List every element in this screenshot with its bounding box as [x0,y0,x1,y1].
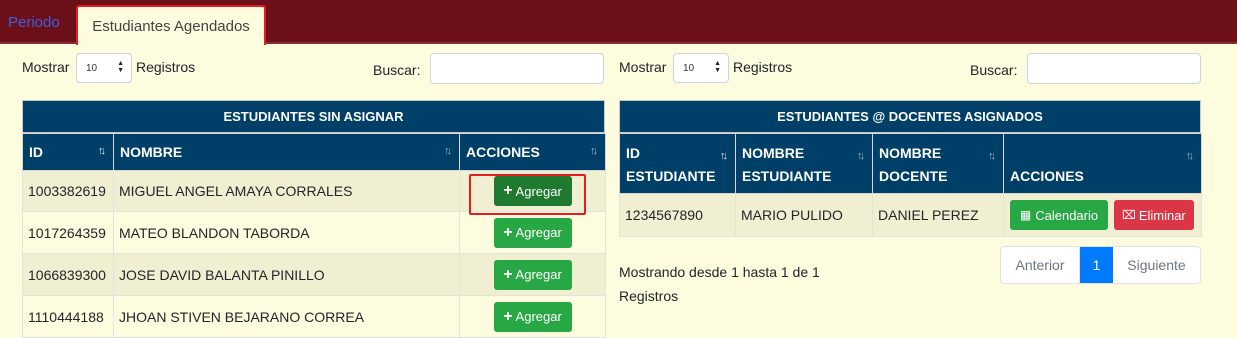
plus-icon: + [503,307,513,325]
sort-icon: ↑↓ [1186,150,1194,162]
add-button[interactable]: + Agregar [493,217,572,248]
select-arrows-icon: ▲ ▼ [117,60,124,74]
cell-nombre-docente: DANIEL PEREZ [872,193,1004,237]
sort-icon: ↑↓ [590,145,598,157]
cell-id: 1110444188 [22,295,114,338]
col-header-id-estudiante[interactable]: ID ESTUDIANTE ↑↓ [619,133,736,194]
table-row: 1066839300 JOSE DAVID BALANTA PINILLO + A… [22,253,606,296]
cell-id-estudiante: 1234567890 [619,193,736,237]
sort-icon: ↑↓ [444,145,452,157]
pagination-previous[interactable]: Anterior [1001,247,1080,283]
tab-estudiantes-agendados-label: Estudiantes Agendados [92,17,250,35]
left-table: ESTUDIANTES SIN ASIGNAR ID ↑↓ NOMBRE ↑↓ … [22,100,606,338]
table-row: 1017264359 MATEO BLANDON TABORDA + Agrega… [22,211,606,254]
left-search-input[interactable] [430,53,604,84]
table-info-line2: Registros [619,288,679,304]
add-button[interactable]: + Agregar [493,259,572,290]
tab-periodo[interactable]: Periodo [8,14,60,31]
plus-icon: + [503,223,513,241]
left-records-label: Registros [136,59,196,75]
col-header-id[interactable]: ID ↑↓ [22,133,114,171]
col-header-nombre-docente-label: NOMBRE DOCENTE [879,145,948,184]
sort-asc-icon: ↑↓ [720,150,728,162]
col-header-id-estudiante-label: ID ESTUDIANTE [626,145,716,184]
sort-icon: ↑↓ [988,150,996,162]
right-table: ESTUDIANTES @ DOCENTES ASIGNADOS ID ESTU… [619,100,1202,237]
cell-nombre: JHOAN STIVEN BEJARANO CORREA [113,295,460,338]
pagination-next[interactable]: Siguiente [1113,247,1200,283]
col-header-nombre-estudiante-label: NOMBRE ESTUDIANTE [742,145,832,184]
right-search-label: Buscar: [970,62,1018,78]
calendar-icon: ▦ [1019,208,1032,222]
right-page-size-value: 10 [683,63,695,74]
cell-nombre: JOSE DAVID BALANTA PINILLO [113,253,460,296]
tab-estudiantes-agendados[interactable]: Estudiantes Agendados [76,5,266,45]
col-header-acciones[interactable]: ACCIONES ↑↓ [459,133,606,171]
col-header-nombre-docente[interactable]: NOMBRE DOCENTE ↑↓ [872,133,1004,194]
cell-acciones: + Agregar [459,295,606,338]
delete-button[interactable]: ⌧ Eliminar [1113,200,1194,230]
select-arrows-icon: ▲ ▼ [714,60,721,74]
right-show-label: Mostrar [619,59,667,75]
table-info-line1: Mostrando desde 1 hasta 1 de 1 [619,264,820,280]
left-page-size-select[interactable]: 10 ▲ ▼ [76,53,132,83]
add-button-label: Agregar [515,225,562,240]
tab-bar: Periodo Estudiantes Agendados [0,0,1237,45]
highlight-frame [469,174,586,215]
col-header-acciones-label: ACCIONES [466,144,540,160]
col-header-acciones-label: ACCIONES [1010,168,1084,184]
right-search-input[interactable] [1027,53,1201,84]
add-button[interactable]: + Agregar [493,301,572,332]
left-table-title: ESTUDIANTES SIN ASIGNAR [22,100,605,133]
left-search-label: Buscar: [373,62,421,78]
sort-icon: ↑↓ [857,150,865,162]
cell-id: 1017264359 [22,211,114,254]
sort-asc-icon: ↑↓ [98,145,106,157]
col-header-nombre-label: NOMBRE [120,144,183,160]
col-header-acciones[interactable]: ACCIONES ↑↓ [1003,133,1202,194]
cell-id: 1003382619 [22,170,114,212]
plus-icon: + [503,265,513,283]
calendar-button[interactable]: ▦ Calendario [1010,200,1108,230]
cell-id: 1066839300 [22,253,114,296]
right-page-size-select[interactable]: 10 ▲ ▼ [673,53,729,83]
delete-button-label: Eliminar [1138,207,1186,223]
table-row: 1234567890 MARIO PULIDO DANIEL PEREZ ▦ Ca… [619,193,1202,237]
cell-acciones: + Agregar [459,211,606,254]
col-header-id-label: ID [29,144,43,160]
table-info: Mostrando desde 1 hasta 1 de 1 Registros [619,260,849,308]
calendar-button-label: Calendario [1035,207,1099,223]
add-button-label: Agregar [515,267,562,282]
left-page-size-value: 10 [86,63,98,74]
cell-acciones: + Agregar [459,253,606,296]
table-row: 1110444188 JHOAN STIVEN BEJARANO CORREA … [22,295,606,338]
col-header-nombre-estudiante[interactable]: NOMBRE ESTUDIANTE ↑↓ [735,133,873,194]
cell-acciones: ▦ Calendario ⌧ Eliminar [1003,193,1202,237]
right-table-title: ESTUDIANTES @ DOCENTES ASIGNADOS [619,100,1201,133]
add-button-label: Agregar [515,309,562,324]
col-header-nombre[interactable]: NOMBRE ↑↓ [113,133,460,171]
left-show-label: Mostrar [22,59,70,75]
cell-nombre-estudiante: MARIO PULIDO [735,193,873,237]
pagination: Anterior 1 Siguiente [1000,246,1201,284]
cell-nombre: MATEO BLANDON TABORDA [113,211,460,254]
pagination-page-1[interactable]: 1 [1080,247,1113,283]
cell-nombre: MIGUEL ANGEL AMAYA CORRALES [113,170,460,212]
trash-icon: ⌧ [1121,208,1136,222]
right-records-label: Registros [733,59,793,75]
